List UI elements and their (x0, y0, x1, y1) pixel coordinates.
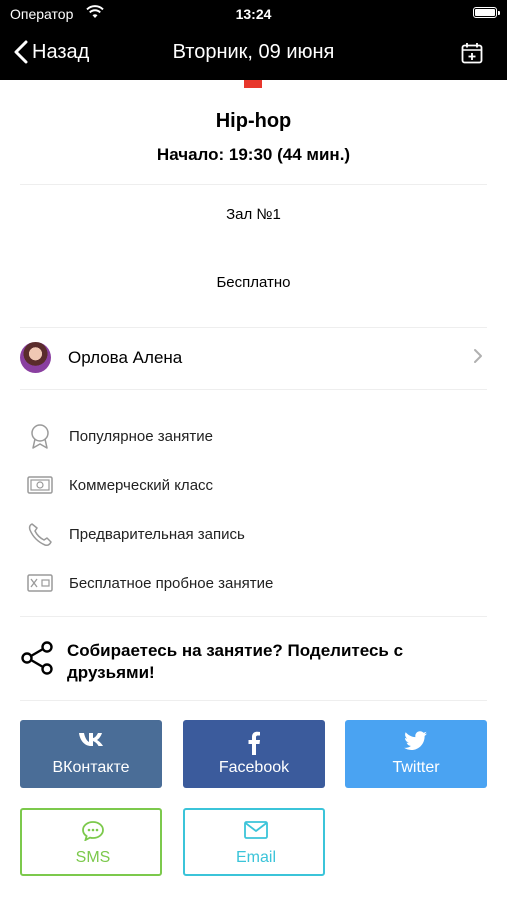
event-start: Начало: 19:30 (44 мин.) (156, 145, 351, 164)
share-sms-button[interactable]: SMS (20, 808, 162, 876)
divider (20, 327, 487, 328)
share-icon (21, 641, 53, 675)
facebook-icon (248, 731, 260, 755)
share-facebook-button[interactable]: Facebook (183, 720, 325, 788)
feature-item: Популярное занятие (0, 416, 507, 456)
feature-label: Предварительная запись (69, 526, 245, 543)
add-to-calendar-button[interactable] (461, 42, 483, 69)
divider (20, 616, 487, 617)
feature-item: Предварительная запись (0, 514, 507, 554)
divider (20, 389, 487, 390)
feature-label: Популярное занятие (69, 428, 213, 445)
share-vk-button[interactable]: ВКонтакте (20, 720, 162, 788)
trainer-row[interactable]: Орлова Алена (0, 330, 507, 386)
wallet-icon (27, 574, 53, 592)
vk-icon (79, 733, 103, 746)
share-sms-label: SMS (75, 849, 111, 866)
battery-icon (473, 7, 500, 18)
share-facebook-label: Facebook (218, 759, 290, 776)
avatar (20, 342, 51, 373)
sms-icon (82, 821, 104, 841)
calendar-add-icon (461, 43, 483, 64)
email-icon (244, 821, 268, 839)
event-price: Бесплатно (216, 274, 291, 291)
page-title: Вторник, 09 июня (172, 41, 335, 63)
award-icon (31, 424, 49, 449)
event-color-marker (244, 80, 262, 88)
divider (20, 184, 487, 185)
feature-label: Бесплатное пробное занятие (69, 575, 274, 592)
trainer-name: Орлова Алена (68, 348, 183, 367)
share-vk-label: ВКонтакте (52, 759, 130, 776)
divider (20, 700, 487, 701)
share-twitter-label: Twitter (392, 759, 440, 776)
twitter-icon (404, 731, 427, 750)
share-text: Собираетесь на занятие? Поделитесь с дру… (67, 641, 404, 682)
nav-bar: Назад Вторник, 09 июня (0, 28, 507, 80)
event-hall: Зал №1 (226, 206, 281, 223)
share-twitter-button[interactable]: Twitter (345, 720, 487, 788)
chevron-right-icon (474, 349, 482, 363)
banknote-icon (27, 476, 53, 494)
feature-label: Коммерческий класс (69, 477, 214, 494)
share-email-button[interactable]: Email (183, 808, 325, 876)
status-bar: Оператор 13:24 (0, 0, 507, 28)
share-email-label: Email (235, 849, 276, 866)
feature-item: Бесплатное пробное занятие (0, 563, 507, 603)
phone-icon (28, 523, 52, 546)
event-name: Hip-hop (215, 110, 292, 132)
feature-item: Коммерческий класс (0, 465, 507, 505)
clock: 13:24 (235, 6, 272, 22)
